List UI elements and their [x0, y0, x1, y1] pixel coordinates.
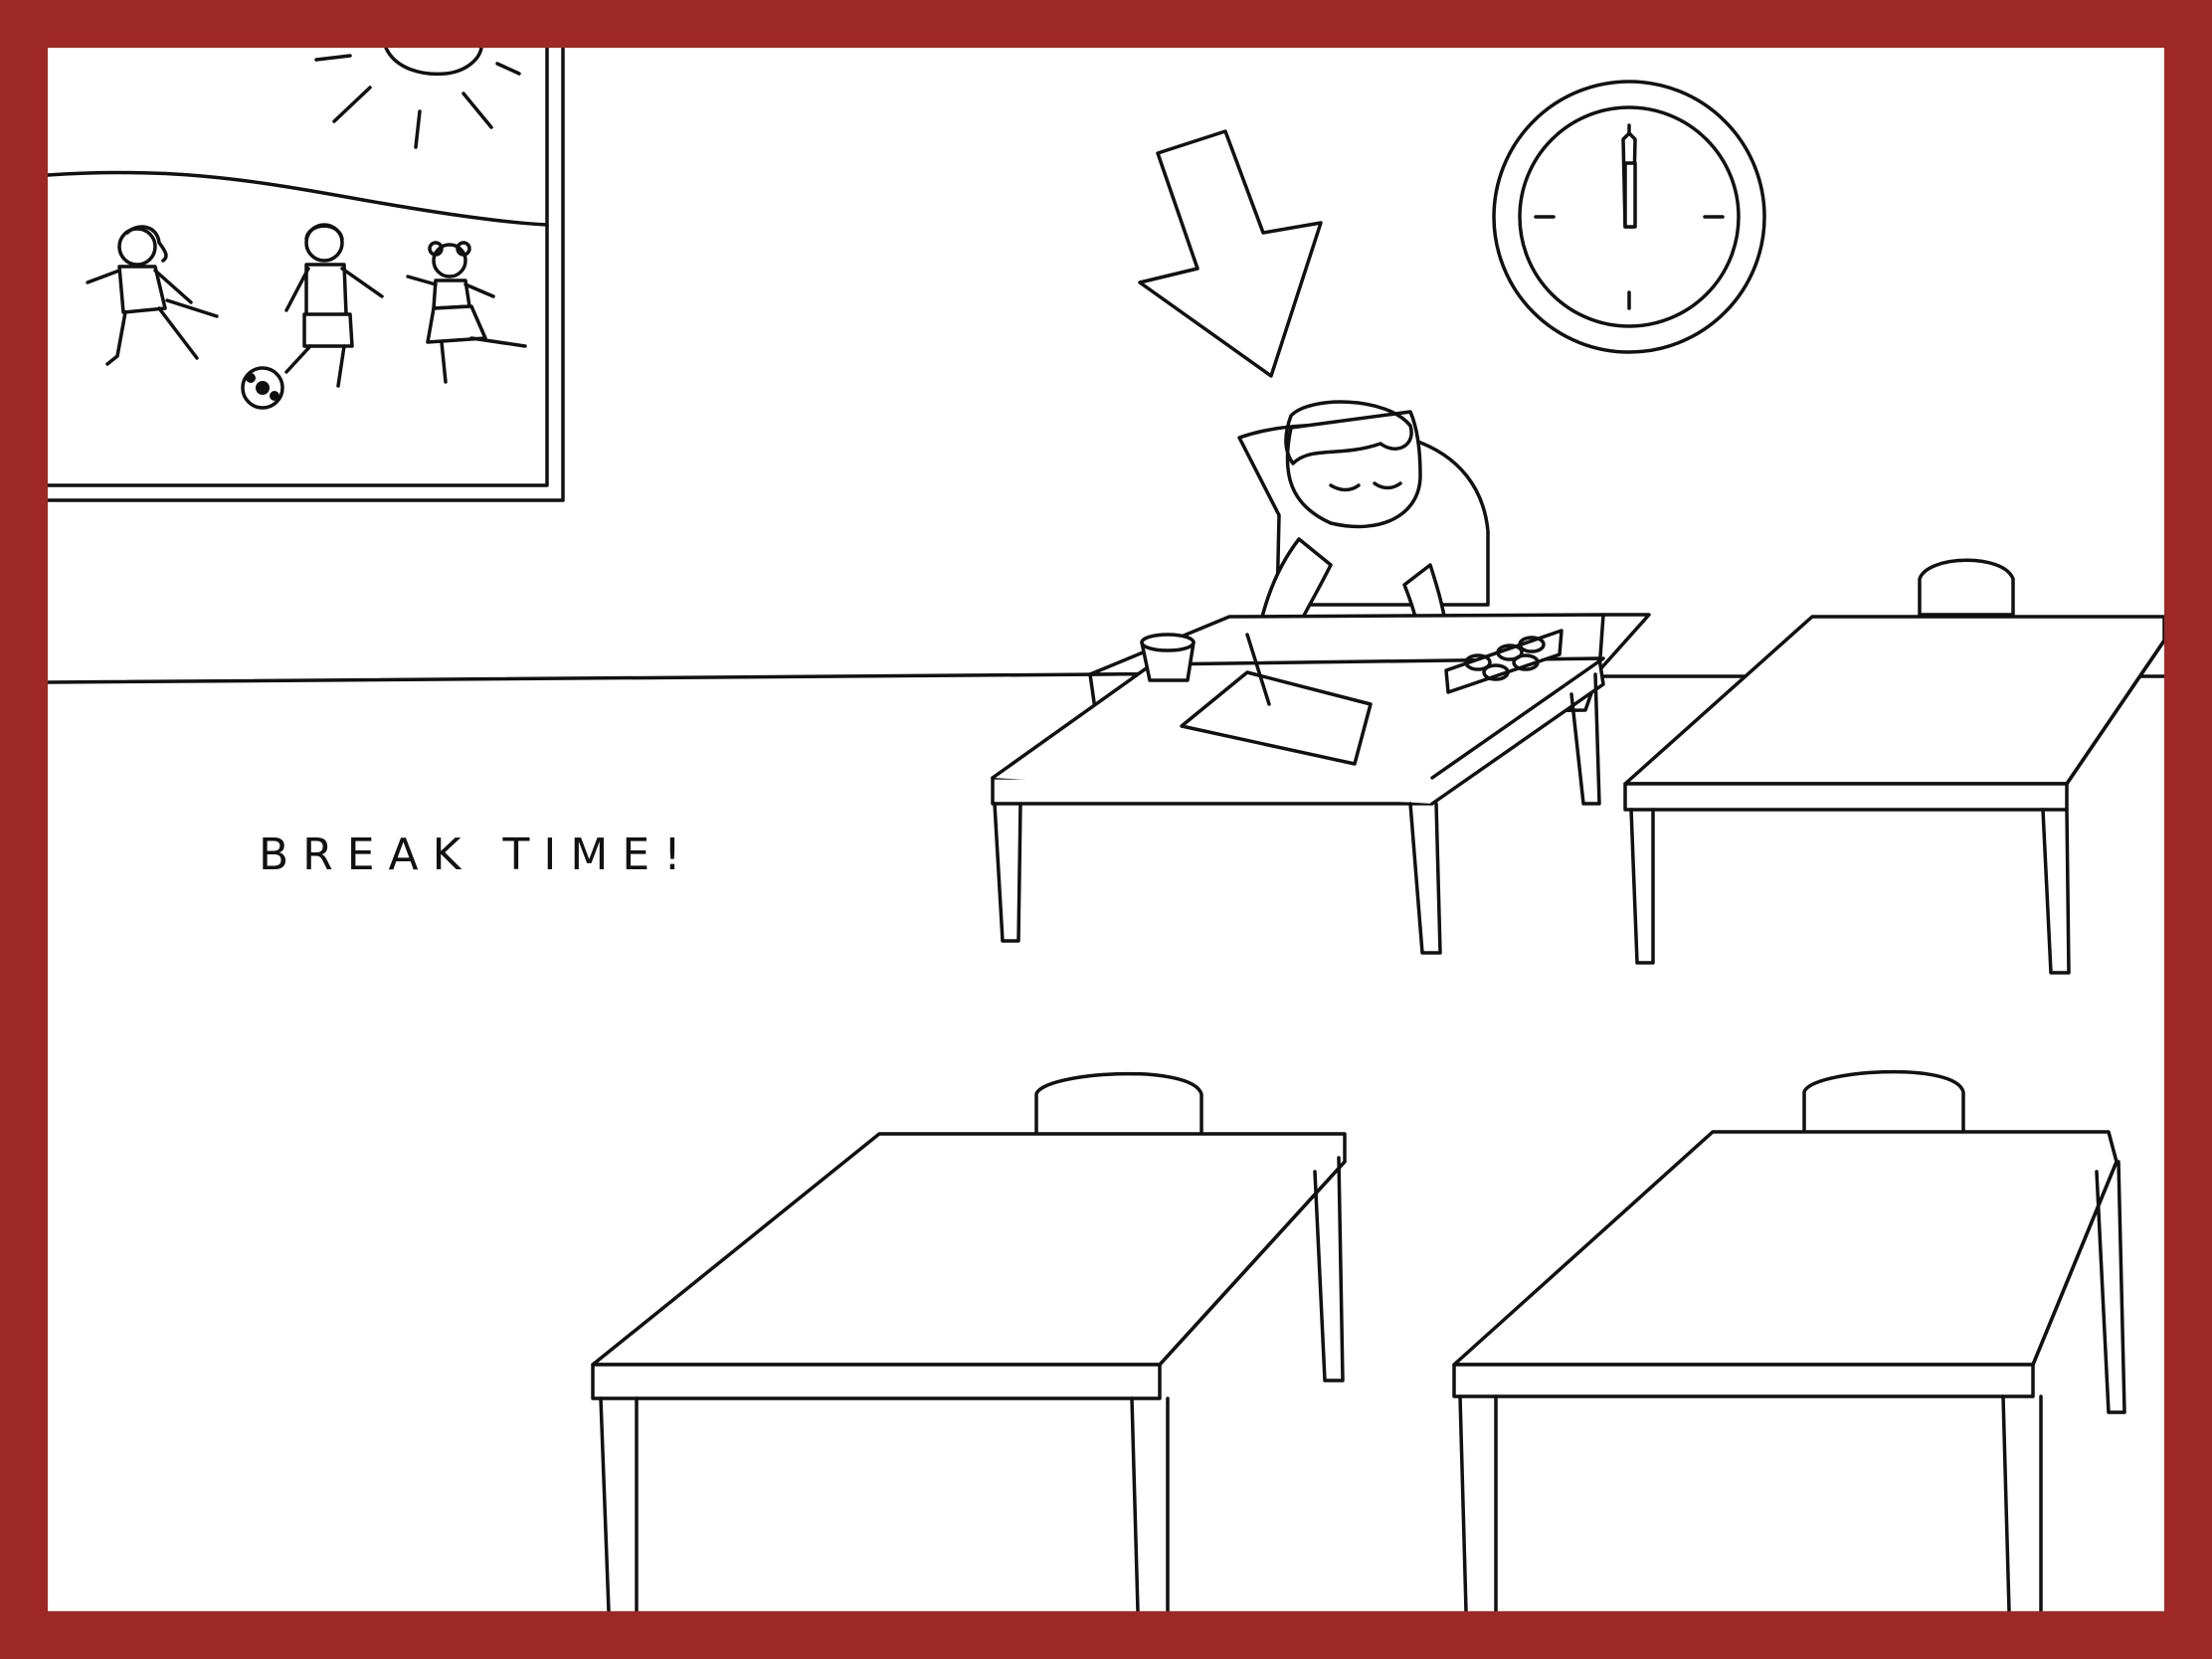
break-time-caption: BREAK TIME!: [259, 830, 695, 880]
child-girl-kicking: [86, 225, 219, 366]
child-girl-running: [406, 241, 527, 384]
desk-with-supplies: [991, 613, 1651, 955]
window: [48, 48, 565, 502]
desk-front-left: [591, 1071, 1347, 1611]
wall-clock-icon: [1492, 80, 1766, 354]
illustration-panel: BREAK TIME!: [48, 48, 2164, 1611]
desk-front-right: [1452, 1069, 2126, 1611]
classroom-scene: BREAK TIME!: [48, 48, 2164, 1611]
red-frame: BREAK TIME!: [0, 0, 2212, 1659]
sun-icon: [314, 48, 521, 149]
child-boy-with-ball: [284, 223, 384, 388]
arrow-down-right-icon: [1138, 129, 1323, 378]
soccer-ball-icon: [241, 366, 284, 410]
desk-back-right: [1623, 558, 2164, 975]
